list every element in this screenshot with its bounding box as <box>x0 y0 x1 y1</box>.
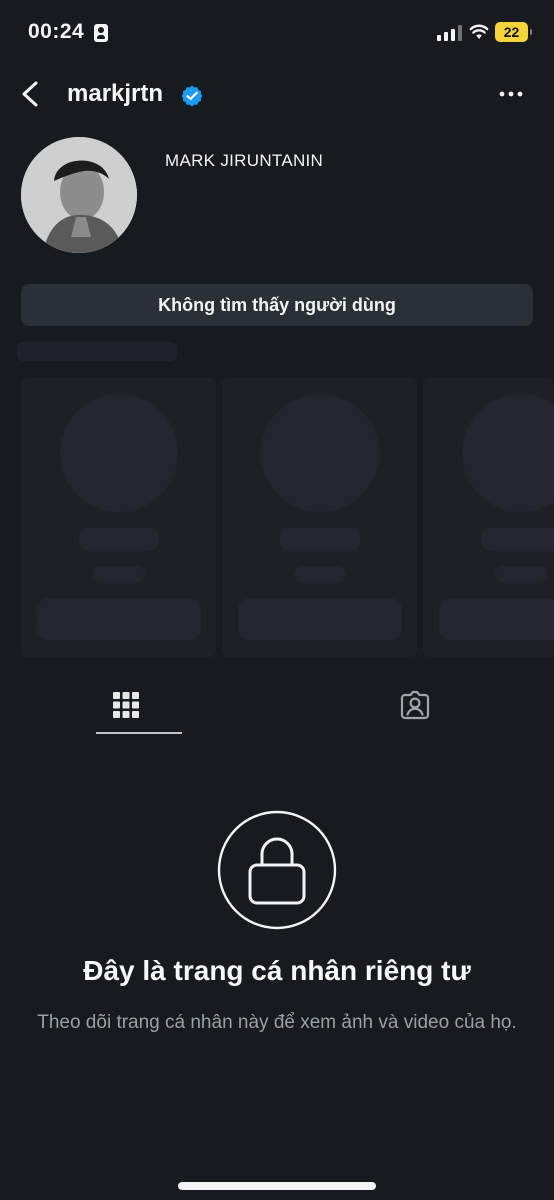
profile-username: markjrtn <box>67 80 164 107</box>
id-card-icon <box>94 24 108 42</box>
suggested-account-placeholder <box>21 378 216 657</box>
placeholder-button <box>439 598 554 640</box>
placeholder-subtitle <box>294 566 346 582</box>
suggested-account-placeholder <box>423 378 554 657</box>
chevron-left-icon[interactable] <box>18 80 44 108</box>
placeholder-button <box>37 598 201 640</box>
tagged-person-icon[interactable] <box>399 689 431 721</box>
placeholder-name <box>481 528 554 550</box>
wifi-icon <box>469 24 489 39</box>
grid-icon[interactable] <box>111 690 141 720</box>
private-profile-title: Đây là trang cá nhân riêng tư <box>83 955 471 986</box>
placeholder-avatar <box>60 394 178 512</box>
home-indicator <box>178 1182 376 1190</box>
placeholder-name <box>79 528 159 550</box>
suggested-account-placeholder <box>222 378 417 657</box>
loading-placeholder-title <box>17 342 177 361</box>
user-not-found-label: Không tìm thấy người dùng <box>158 294 396 315</box>
battery-indicator: 22 <box>495 22 532 42</box>
profile-avatar <box>21 137 137 253</box>
verified-badge-icon <box>181 85 203 107</box>
placeholder-avatar <box>261 394 379 512</box>
user-not-found-banner: Không tìm thấy người dùng <box>21 284 533 326</box>
display-name: MARK JIRUNTANIN <box>165 151 324 170</box>
private-profile-description: Theo dõi trang cá nhân này để xem ảnh và… <box>37 1012 517 1033</box>
battery-level: 22 <box>503 24 520 40</box>
more-options-icon[interactable] <box>498 90 524 98</box>
signal-icon <box>437 25 462 41</box>
avatar-image <box>21 137 137 253</box>
status-time: 00:24 <box>28 20 85 43</box>
placeholder-avatar <box>462 394 554 512</box>
placeholder-name <box>280 528 360 550</box>
placeholder-subtitle <box>495 566 547 582</box>
placeholder-button <box>238 598 402 640</box>
placeholder-subtitle <box>93 566 145 582</box>
lock-icon <box>217 810 337 930</box>
active-tab-indicator <box>96 732 182 734</box>
